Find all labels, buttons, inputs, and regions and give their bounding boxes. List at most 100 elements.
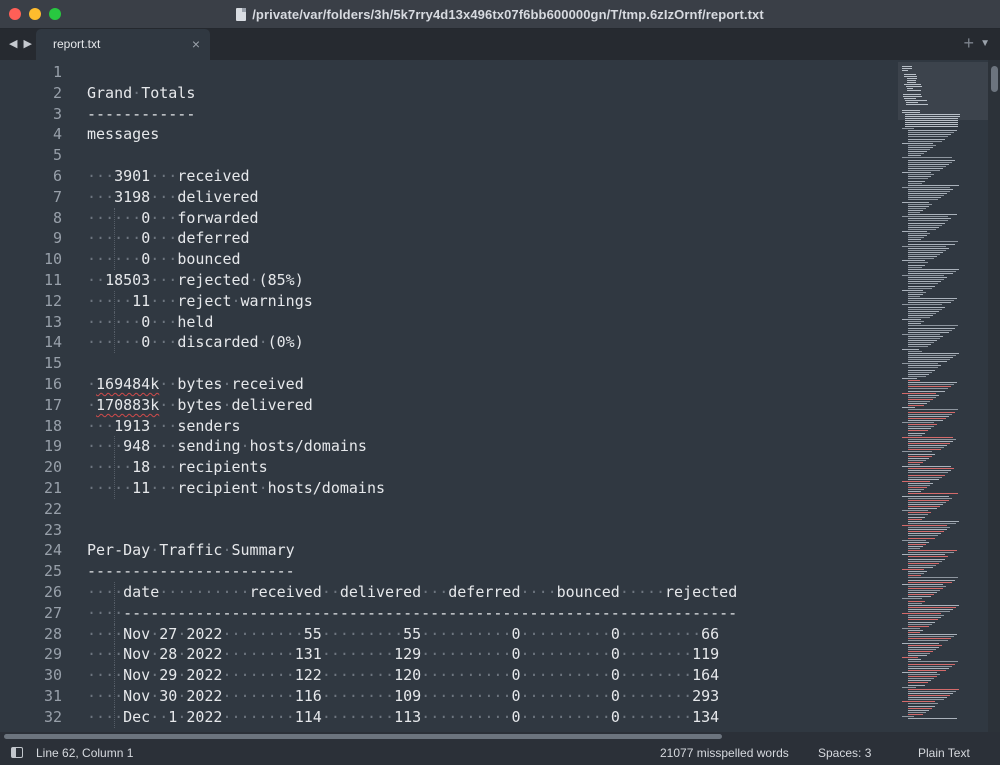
plus-icon[interactable]: + [963, 33, 974, 54]
text-line[interactable]: Per-Day·Traffic·Summary [87, 540, 897, 561]
minimap-line [908, 560, 942, 562]
minimap-line [908, 455, 932, 457]
line-number: 13 [43, 312, 62, 331]
close-tab-icon[interactable]: × [192, 36, 200, 52]
vertical-scroll-thumb[interactable] [991, 66, 998, 92]
text-line[interactable]: ······0···held [87, 311, 897, 333]
text-line[interactable]: ······0···deferred [87, 228, 897, 250]
minimap-line [908, 476, 942, 478]
text-line[interactable]: ····Nov·30·2022········116········109···… [87, 685, 897, 707]
text-line[interactable]: ·169484k··bytes·received [87, 374, 897, 395]
minimap-line [908, 249, 946, 251]
minimap-line [908, 669, 946, 671]
text-line[interactable]: ·····11···reject·warnings [87, 290, 897, 312]
minimap-line [902, 716, 914, 717]
minimap-line [908, 346, 928, 348]
minimap-line [908, 130, 957, 132]
minimap-line [902, 422, 934, 423]
text-line[interactable]: ····date··········received··delivered···… [87, 581, 897, 603]
minimap-line [908, 344, 931, 346]
minimap-line [908, 432, 925, 434]
minimap-line [908, 270, 956, 272]
text-line[interactable]: ·170883k··bytes·delivered [87, 395, 897, 416]
chevron-down-icon[interactable]: ▼ [980, 38, 990, 49]
text-line[interactable]: ······0···forwarded [87, 207, 897, 229]
minimap-line [908, 489, 924, 491]
minimap-line [908, 384, 954, 386]
minimap-line [908, 556, 948, 558]
horizontal-scroll-thumb[interactable] [4, 734, 722, 739]
text-line[interactable]: ···3901···received [87, 166, 897, 187]
text-line[interactable]: ····------------------------------------… [87, 602, 897, 624]
next-tab-icon[interactable]: ▶ [23, 37, 31, 50]
minimap-line [902, 157, 952, 159]
line-number: 3 [52, 104, 62, 123]
minimap-line [908, 600, 925, 602]
document-icon [236, 7, 247, 21]
minimap-line [908, 545, 923, 547]
minimap-line [905, 116, 960, 117]
minimap-line [908, 262, 928, 264]
minimap-line [908, 611, 950, 612]
line-number: 22 [43, 499, 62, 518]
spelling-status[interactable]: 21077 misspelled words [660, 746, 789, 760]
minimap-line [908, 258, 934, 260]
previous-tab-icon[interactable]: ◀ [9, 37, 17, 50]
text-line[interactable] [87, 145, 897, 166]
minimap-line [908, 386, 951, 388]
minimap-line [908, 604, 959, 606]
text-line[interactable]: ······0···bounced [87, 249, 897, 270]
code-area[interactable]: Grand·Totals ------------ messages ···3901·… [87, 62, 897, 728]
text-line[interactable]: ····948···sending·hosts/domains [87, 436, 897, 458]
text-line[interactable]: ···3198···delivered [87, 187, 897, 208]
minimap-line [902, 110, 921, 111]
text-line[interactable] [87, 62, 897, 83]
minimap-line [908, 306, 945, 308]
minimap-line [908, 417, 946, 419]
minimap-line [908, 256, 937, 258]
text-line[interactable] [87, 520, 897, 541]
text-line[interactable]: ··18503···rejected·(85%) [87, 270, 897, 291]
text-line[interactable]: ------------ [87, 104, 897, 125]
text-line[interactable]: ·····11···recipient·hosts/domains [87, 477, 897, 499]
minimap-line [902, 495, 949, 497]
text-line[interactable]: ····Nov·27·2022·········55·········55···… [87, 623, 897, 645]
minimap-line [902, 642, 939, 644]
vertical-scrollbar[interactable] [988, 60, 1000, 732]
minimap-line [908, 390, 945, 392]
text-line[interactable]: ·····18···recipients [87, 457, 897, 478]
text-line[interactable] [87, 499, 897, 520]
text-line[interactable]: ----------------------- [87, 561, 897, 582]
minimap-line [908, 239, 921, 241]
minimap-line [908, 426, 934, 428]
text-line[interactable] [87, 353, 897, 374]
text-line[interactable]: ···1913···senders [87, 416, 897, 437]
text-line[interactable]: messages [87, 124, 897, 145]
text-line[interactable]: ····Nov·29·2022········122········120···… [87, 665, 897, 686]
tab-report-txt[interactable]: report.txt × [36, 29, 210, 60]
minimap[interactable] [898, 60, 988, 732]
minimap-line [908, 327, 955, 329]
minimap-line [902, 524, 947, 526]
line-number: 9 [52, 229, 62, 248]
minimap-line [908, 371, 932, 373]
minimap-line [906, 80, 917, 81]
text-editor[interactable]: 1 2 3 4 5 6 7 8 9 10 11 12 13 14 15 16 17 18 19 20 21 22 23 24 2… [0, 60, 988, 732]
sidebar-toggle-icon[interactable] [11, 747, 23, 758]
minimap-line [908, 323, 921, 325]
minimap-line [908, 485, 930, 486]
text-line[interactable]: ····Dec··1·2022········114········113···… [87, 706, 897, 728]
indentation-setting[interactable]: Spaces: 3 [818, 746, 871, 760]
syntax-selector[interactable]: Plain Text [918, 746, 970, 760]
minimap-line [902, 94, 922, 95]
horizontal-scrollbar[interactable] [0, 732, 1000, 741]
minimap-line [908, 342, 934, 344]
minimap-line [902, 216, 948, 218]
minimap-line [908, 508, 937, 510]
cursor-position[interactable]: Line 62, Column 1 [36, 746, 133, 760]
minimap-line [908, 251, 943, 253]
text-line[interactable]: Grand·Totals [87, 83, 897, 104]
minimap-line [906, 86, 922, 87]
text-line[interactable]: ······0···discarded·(0%) [87, 332, 897, 354]
text-line[interactable]: ····Nov·28·2022········131········129···… [87, 644, 897, 666]
